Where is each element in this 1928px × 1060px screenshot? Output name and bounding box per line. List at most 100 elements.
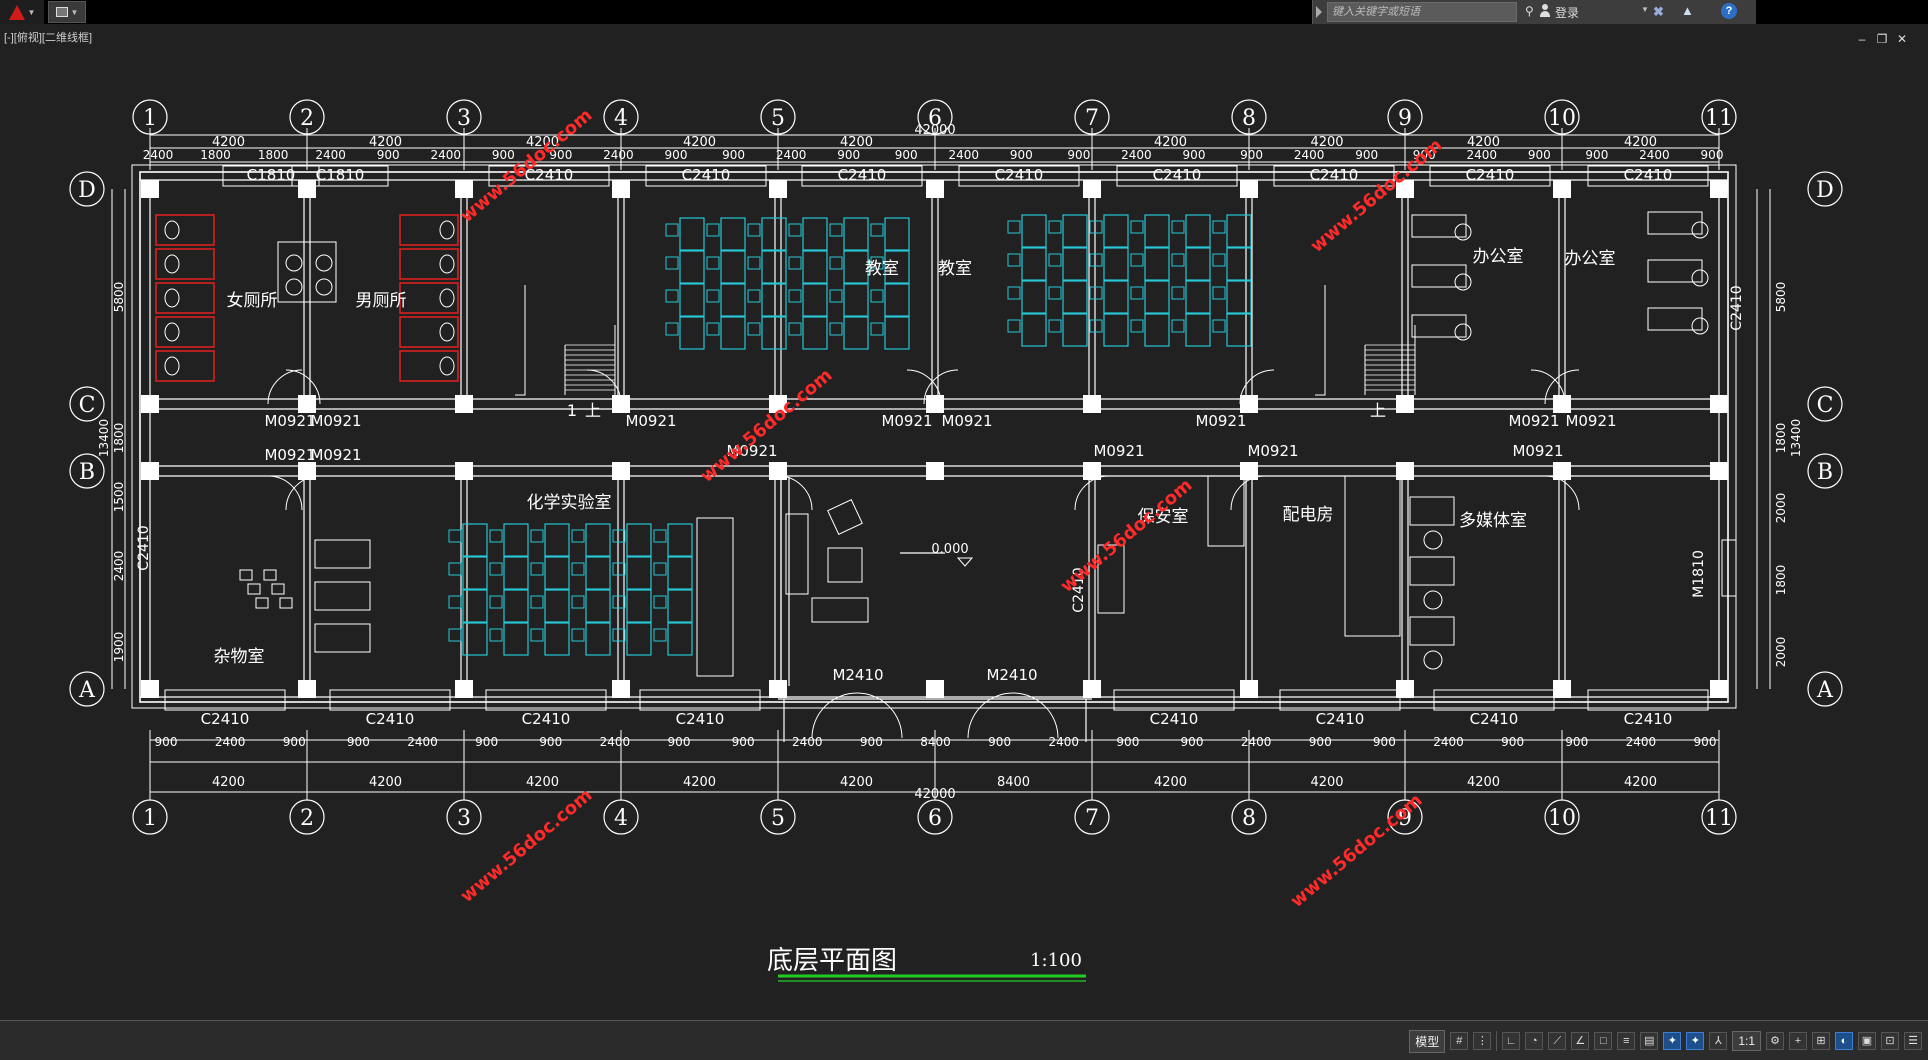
- window-label: C2410: [995, 166, 1044, 184]
- desk: [1185, 313, 1211, 347]
- desk: [720, 283, 746, 317]
- elevation-marker: [956, 557, 974, 567]
- desk: [1021, 247, 1047, 281]
- customize-icon[interactable]: ☰: [1904, 1032, 1922, 1050]
- object-track-icon[interactable]: ∠: [1571, 1032, 1590, 1050]
- door-swing: [267, 475, 303, 511]
- window-label: C2410: [1153, 166, 1202, 184]
- binoculars-icon[interactable]: ⚲: [1525, 4, 1534, 18]
- lineweight-icon[interactable]: ≡: [1617, 1032, 1636, 1050]
- desk: [667, 622, 693, 656]
- window-dim-bottom: 900: [155, 735, 178, 749]
- door-swing: [1230, 475, 1266, 511]
- plus-icon[interactable]: +: [1789, 1032, 1807, 1050]
- chair: [788, 289, 802, 303]
- chair: [1048, 253, 1062, 267]
- main-door-swing: [811, 692, 903, 739]
- isodraft-icon[interactable]: ⟋: [1548, 1032, 1567, 1050]
- chair: [489, 529, 503, 543]
- door-label: M0921: [941, 412, 992, 430]
- stair-up-label: 上: [1370, 401, 1386, 420]
- desk: [802, 283, 828, 317]
- gear-icon[interactable]: ⚙: [1766, 1032, 1784, 1050]
- window-dim-bottom: 8400: [920, 735, 951, 749]
- clean-screen-icon[interactable]: ⊡: [1881, 1032, 1899, 1050]
- application-menu-button[interactable]: ▼: [0, 0, 44, 24]
- desk: [1103, 280, 1129, 314]
- chair: [747, 322, 761, 336]
- desk: [626, 523, 652, 557]
- axis-number-bottom: 5: [771, 806, 785, 831]
- room-label-power: 配电房: [1283, 505, 1334, 525]
- window-label: C2410: [201, 710, 250, 728]
- toilet-stall-mens: [399, 214, 459, 246]
- window-frame: [164, 689, 286, 711]
- isolate-objects-icon[interactable]: ◐: [1835, 1032, 1853, 1050]
- span-dim-bottom: 4200: [212, 775, 245, 790]
- desk: [679, 316, 705, 350]
- desk: [1062, 247, 1088, 281]
- window-dim-top: 900: [1585, 148, 1608, 162]
- quick-access-button[interactable]: ▼: [48, 1, 86, 23]
- chair: [706, 256, 720, 270]
- shelf: [314, 539, 371, 569]
- storage-box: [271, 583, 285, 595]
- desk: [626, 589, 652, 623]
- drawing-canvas[interactable]: 4200042000420042004200420042004200420042…: [0, 40, 1928, 1040]
- desk: [802, 316, 828, 350]
- axis-number-bottom: 7: [1085, 806, 1099, 831]
- desk: [1103, 313, 1129, 347]
- window-dim-top: 2400: [431, 148, 462, 162]
- chevron-down-icon[interactable]: ▼: [1641, 5, 1649, 14]
- window-dim-top: 2400: [315, 148, 346, 162]
- annotation-scale-icon[interactable]: ⅄: [1709, 1032, 1728, 1050]
- graphics-icon[interactable]: ▣: [1858, 1032, 1876, 1050]
- polar-icon[interactable]: ◔: [1525, 1032, 1544, 1050]
- column: [1553, 180, 1571, 198]
- left-total-dim: 13400: [97, 419, 111, 457]
- column: [455, 180, 473, 198]
- chair: [530, 595, 544, 609]
- media-desk: [1409, 556, 1455, 586]
- osnap-icon[interactable]: □: [1594, 1032, 1613, 1050]
- axis-letter-right: C: [1817, 393, 1834, 418]
- media-desk: [1409, 496, 1455, 526]
- ortho-icon[interactable]: ∟: [1502, 1032, 1521, 1050]
- model-tab[interactable]: 模型: [1409, 1029, 1446, 1053]
- room-label-office: 办公室: [1473, 247, 1524, 267]
- autodesk-a360-icon[interactable]: ▲: [1681, 3, 1694, 18]
- window-dim-bottom: 2400: [215, 735, 246, 749]
- hardware-accel-icon[interactable]: ⊞: [1812, 1032, 1830, 1050]
- chair: [653, 529, 667, 543]
- axis-number-top: 9: [1398, 106, 1412, 131]
- shelf: [314, 623, 371, 653]
- desk: [679, 250, 705, 284]
- column: [1240, 680, 1258, 698]
- axis-number-bottom: 2: [300, 806, 314, 831]
- help-icon[interactable]: ?: [1721, 3, 1737, 19]
- grid-icon[interactable]: #: [1450, 1032, 1469, 1050]
- annotation-scale-dropdown[interactable]: 1:1: [1732, 1031, 1761, 1051]
- chair: [870, 223, 884, 237]
- desk: [1144, 280, 1170, 314]
- door-label: M0921: [310, 446, 361, 464]
- window-label: C2410: [1466, 166, 1515, 184]
- exchange-icon[interactable]: ✖: [1653, 4, 1664, 20]
- annotation-visibility-icon[interactable]: ✦: [1663, 1032, 1682, 1050]
- window-dim-bottom: 2400: [407, 735, 438, 749]
- snap-icon[interactable]: ⋮: [1473, 1032, 1492, 1050]
- autoscale-icon[interactable]: ✦: [1686, 1032, 1705, 1050]
- window-dim-top: 900: [1067, 148, 1090, 162]
- transparency-icon[interactable]: ▤: [1640, 1032, 1659, 1050]
- chair: [829, 322, 843, 336]
- chair: [612, 628, 626, 642]
- desk: [544, 589, 570, 623]
- expand-arrow-icon[interactable]: [1316, 6, 1322, 18]
- left-dim: 1800: [112, 423, 126, 454]
- chair: [1007, 253, 1021, 267]
- search-input[interactable]: [1327, 2, 1517, 22]
- window-dim-top: 2400: [1121, 148, 1152, 162]
- drawing-title: 底层平面图: [767, 946, 897, 976]
- door-label: M0921: [1508, 412, 1559, 430]
- login-button[interactable]: 登录: [1555, 4, 1579, 21]
